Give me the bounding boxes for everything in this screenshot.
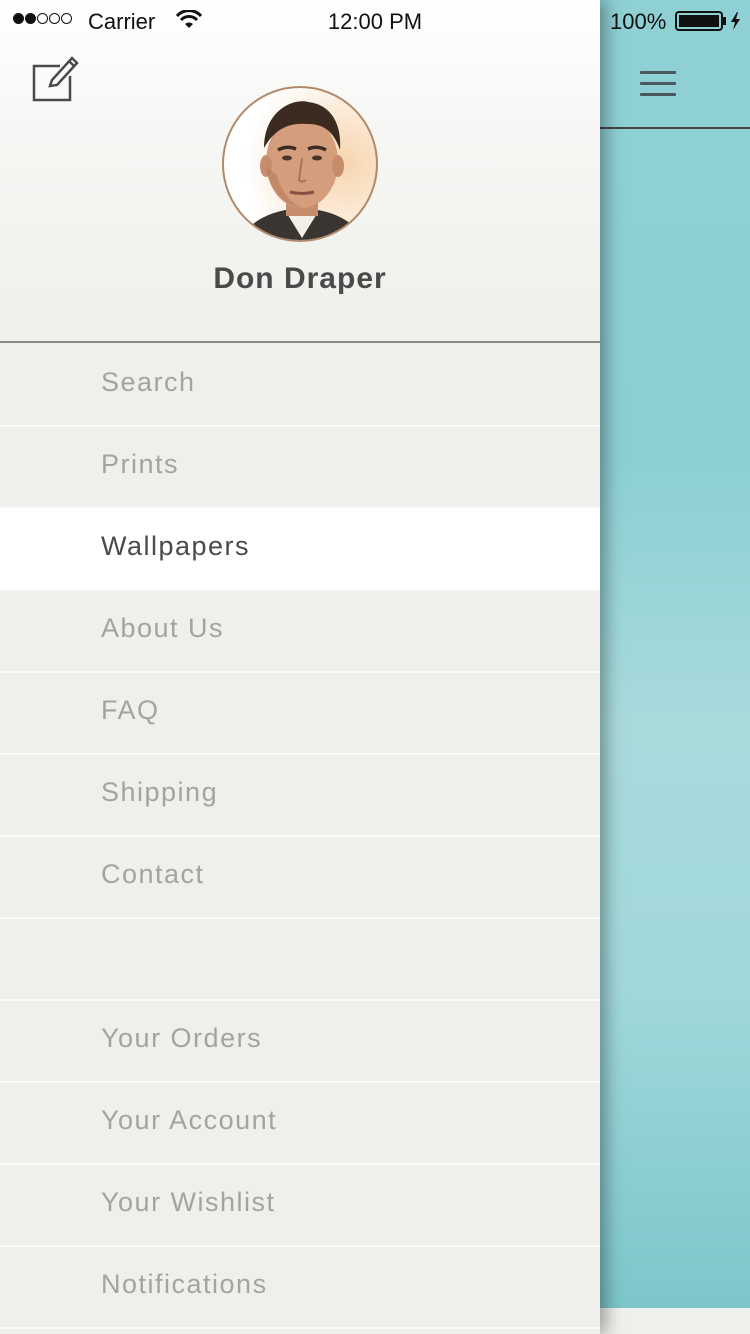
menu-item-label: Prints: [101, 449, 180, 479]
menu-item-wallpapers[interactable]: Wallpapers: [0, 509, 600, 591]
menu-item-about-us[interactable]: About Us: [0, 591, 600, 673]
menu-item-prints[interactable]: Prints: [0, 427, 600, 509]
menu-item-your-account[interactable]: Your Account: [0, 1083, 600, 1165]
menu-spacer: [0, 919, 600, 1001]
edit-icon[interactable]: [30, 52, 82, 104]
drawer-menu: Search Prints Wallpapers About Us FAQ Sh…: [0, 345, 600, 1329]
menu-item-label: Wallpapers: [101, 531, 251, 561]
avatar[interactable]: [222, 86, 378, 242]
main-content-panel[interactable]: [600, 0, 750, 1308]
menu-item-contact[interactable]: Contact: [0, 837, 600, 919]
menu-item-label: FAQ: [101, 695, 160, 725]
battery-percent: 100%: [610, 9, 667, 34]
menu-item-label: Your Orders: [101, 1023, 263, 1053]
app-screen: Carrier 12:00 PM 100% Don Draper Search …: [0, 0, 750, 1334]
content-navbar: [600, 40, 750, 129]
menu-item-your-wishlist[interactable]: Your Wishlist: [0, 1165, 600, 1247]
user-name: Don Draper: [213, 262, 387, 295]
menu-item-your-orders[interactable]: Your Orders: [0, 1001, 600, 1083]
menu-item-label: Contact: [101, 859, 205, 889]
menu-item-faq[interactable]: FAQ: [0, 673, 600, 755]
menu-item-label: Your Account: [101, 1105, 278, 1135]
menu-item-search[interactable]: Search: [0, 345, 600, 427]
menu-item-label: Your Wishlist: [101, 1187, 276, 1217]
menu-item-label: Notifications: [101, 1269, 268, 1299]
status-bar: Carrier 12:00 PM 100%: [0, 0, 750, 40]
battery-icon: [675, 11, 745, 37]
drawer-header: Don Draper: [0, 0, 600, 343]
menu-item-label: Search: [101, 367, 196, 397]
content-bottom-strip: [600, 1308, 750, 1334]
menu-item-label: About Us: [101, 613, 225, 643]
hamburger-menu-icon[interactable]: [640, 71, 676, 97]
menu-item-notifications[interactable]: Notifications: [0, 1247, 600, 1329]
menu-item-label: Shipping: [101, 777, 219, 807]
menu-item-shipping[interactable]: Shipping: [0, 755, 600, 837]
side-drawer: Don Draper Search Prints Wallpapers Abou…: [0, 0, 600, 1334]
